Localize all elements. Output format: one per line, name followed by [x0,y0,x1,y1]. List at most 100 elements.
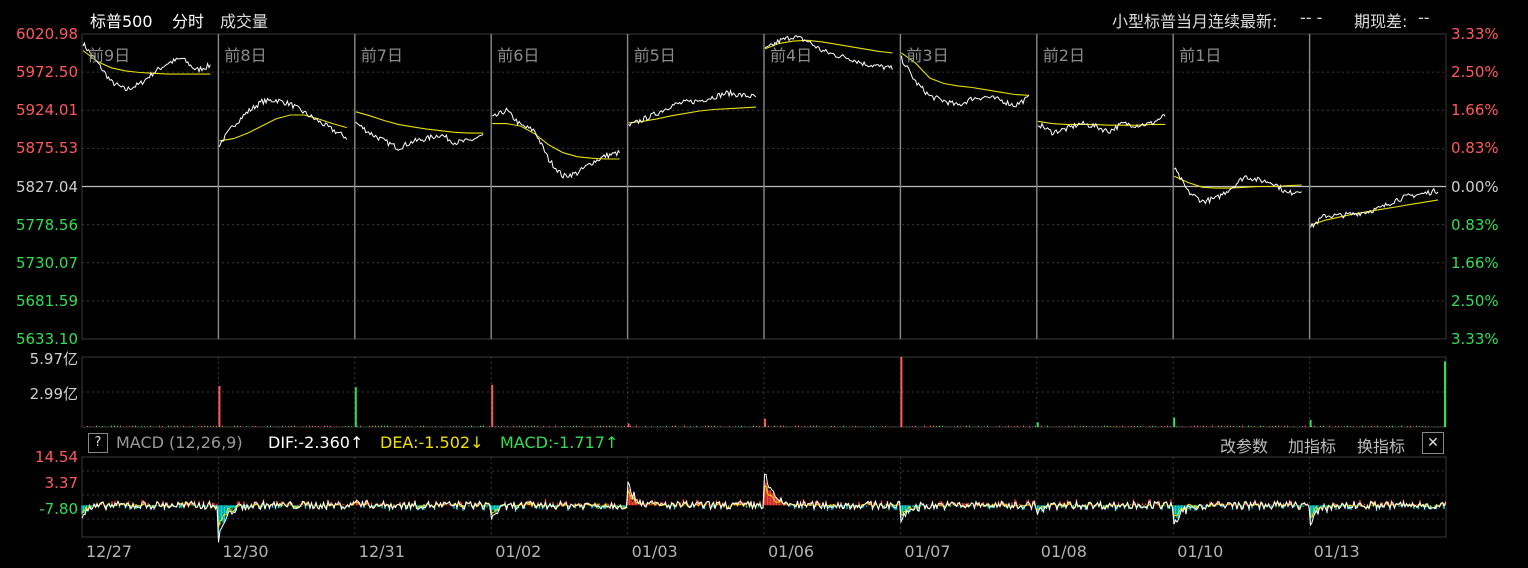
volume-tick [1380,426,1381,427]
volume-tick [507,426,508,427]
volume-tick [282,425,283,427]
volume-tick [1035,425,1036,427]
volume-tick [1302,425,1303,427]
price-tick-left: 5633.10 [15,330,78,348]
date-label: 01/03 [631,542,678,561]
add-indicator-button[interactable]: 加指标 [1288,433,1336,457]
volume-tick [483,425,484,427]
macd-tick-label: -7.80 [39,500,78,518]
price-tick-right: 0.00% [1451,177,1499,196]
volume-tick [924,425,925,427]
volume-tick [1101,426,1102,427]
volume-tick [168,425,169,427]
volume-tick [423,425,424,427]
volume-tick [1437,426,1438,427]
volume-tick [1251,426,1252,427]
volume-tick [327,425,328,427]
price-tick-left: 5972.50 [15,63,78,82]
macd-dif-value: DIF:-2.360 [268,433,350,452]
volume-tick [960,426,961,427]
volume-tick [894,426,895,427]
volume-tick [474,426,475,427]
volume-tick [213,425,214,427]
volume-tick [1068,425,1069,427]
macd-dif: DIF:-2.360↑ [268,433,363,452]
volume-tick [1338,426,1339,427]
volume-bar [218,385,221,427]
volume-tick [1014,426,1015,427]
price-line [492,107,621,179]
volume-tick [804,426,805,427]
volume-tick [312,425,313,427]
volume-tick [753,425,754,427]
volume-tick [369,425,370,427]
volume-tick [645,425,646,427]
volume-tick [810,425,811,427]
macd-params: MACD (12,26,9) [116,433,243,452]
volume-tick [1293,426,1294,427]
volume-tick [96,425,97,427]
volume-tick [141,426,142,427]
volume-tick [1275,425,1276,427]
volume-tick [1023,425,1024,427]
volume-tick [1074,425,1075,427]
volume-tick [498,426,499,427]
volume-tick [318,425,319,427]
volume-tick [525,425,526,427]
volume-tick [471,425,472,427]
volume-tick [930,425,931,427]
volume-tick [942,425,943,427]
volume-tick [774,425,775,427]
volume-tick-label: 5.97亿 [29,350,78,368]
volume-tick [765,425,766,427]
volume-tick [336,426,337,427]
volume-tick [1128,426,1129,427]
day-label: 前9日 [88,46,131,65]
volume-tick [1230,425,1231,427]
volume-tick [309,425,310,427]
volume-tick [1212,425,1213,427]
volume-tick [120,425,121,427]
volume-tick [1191,426,1192,427]
chart-canvas[interactable] [0,0,1528,568]
help-button[interactable]: ? [88,433,108,453]
volume-tick [630,425,631,427]
volume-tick [579,426,580,427]
date-label: 01/10 [1177,542,1224,561]
volume-tick [816,425,817,427]
price-tick-left: 5730.07 [15,253,78,272]
volume-tick [1329,425,1330,427]
volume-tick [561,426,562,427]
volume-tick [270,425,271,427]
volume-tick [573,425,574,427]
volume-tick [534,425,535,427]
volume-tick [462,426,463,427]
volume-tick [465,426,466,427]
volume-tick [348,426,349,427]
volume-tick [957,425,958,427]
volume-tick [189,426,190,427]
volume-tick [324,425,325,427]
volume-tick [1374,426,1375,427]
volume-tick [657,426,658,427]
volume-tick [111,425,112,427]
volume-tick [1272,425,1273,427]
volume-tick [1428,426,1429,427]
volume-tick [714,425,715,427]
volume-tick [1425,426,1426,427]
volume-tick [1422,426,1423,427]
volume-tick [291,425,292,427]
volume-tick [372,425,373,427]
volume-tick [1071,426,1072,427]
volume-tick [1083,425,1084,427]
price-tick-left: 5681.59 [15,291,78,310]
price-tick-right: 2.50% [1451,63,1499,82]
change-params-button[interactable]: 改参数 [1220,433,1268,457]
volume-tick [624,426,625,427]
volume-tick [1122,425,1123,427]
volume-tick [468,426,469,427]
volume-tick [597,425,598,427]
avg-line [492,123,620,160]
switch-indicator-button[interactable]: 换指标 [1357,433,1405,457]
close-icon[interactable]: ✕ [1422,432,1444,454]
